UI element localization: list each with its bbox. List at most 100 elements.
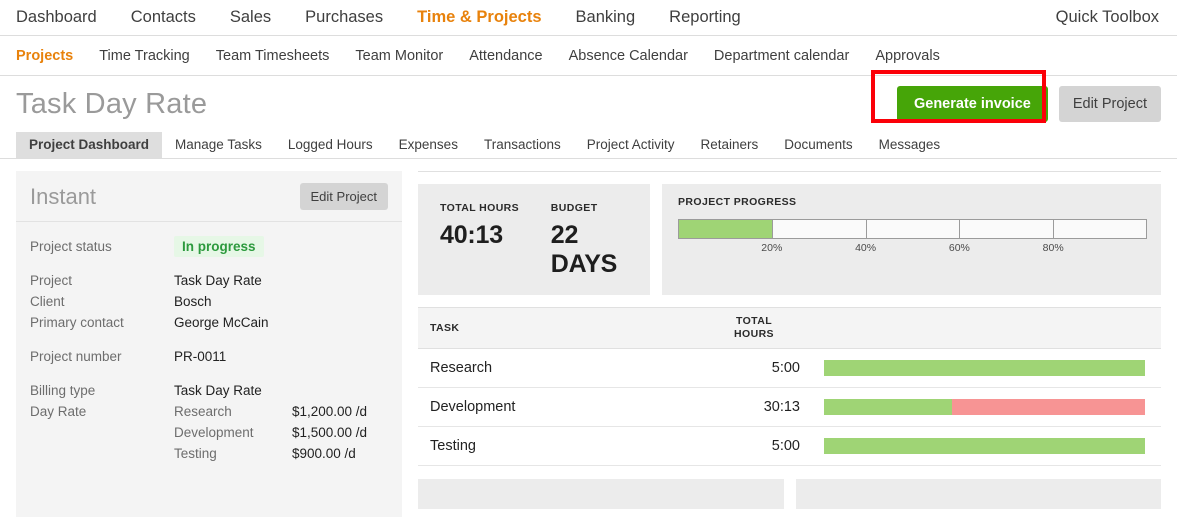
table-body: Research 5:00 Development 30:13 Testing 5:00	[418, 349, 1161, 466]
project-progress-card: PROJECT PROGRESS 20% 40% 60% 80%	[662, 184, 1161, 295]
table-row[interactable]: Development 30:13	[418, 388, 1161, 427]
tab-transactions[interactable]: Transactions	[471, 132, 574, 158]
day-rate-amount: $1,500.00 /d	[292, 425, 368, 440]
day-rate-amount: $1,200.00 /d	[292, 404, 368, 419]
task-bar	[800, 399, 1161, 415]
subnav-item-attendance[interactable]: Attendance	[469, 48, 542, 64]
topnav-item-reporting[interactable]: Reporting	[669, 8, 741, 27]
subnav-item-approvals[interactable]: Approvals	[875, 48, 939, 64]
progress-segment	[772, 220, 865, 238]
client-value: Bosch	[174, 294, 212, 309]
project-progress-title: PROJECT PROGRESS	[678, 196, 797, 208]
summary-row: TOTAL HOURS 40:13 BUDGET 22 DAYS PROJECT…	[418, 184, 1161, 295]
topnav-item-time-projects[interactable]: Time & Projects	[417, 8, 541, 27]
column-header-total-hours: TOTAL HOURS	[708, 315, 800, 341]
progress-tick-label: 80%	[1042, 242, 1064, 254]
stats-card: TOTAL HOURS 40:13 BUDGET 22 DAYS	[418, 184, 650, 295]
info-panel-header: Instant Edit Project	[16, 171, 402, 222]
quick-toolbox-link[interactable]: Quick Toolbox	[1056, 8, 1159, 27]
subnav-item-projects[interactable]: Projects	[16, 48, 73, 64]
billing-group: Billing type Task Day Rate Day Rate Rese…	[30, 380, 388, 464]
project-progress-bar	[678, 219, 1147, 239]
topnav-item-sales[interactable]: Sales	[230, 8, 271, 27]
task-name-cell: Development	[430, 399, 516, 415]
project-info-panel: Instant Edit Project Project status In p…	[16, 171, 402, 517]
info-panel-title: Instant	[30, 183, 97, 209]
progress-segment	[1052, 220, 1146, 238]
project-status-group: Project status In progress	[30, 236, 388, 257]
project-details-group: Project Task Day Rate Client Bosch Prima…	[30, 270, 388, 333]
task-bar	[800, 438, 1161, 454]
budget-label: BUDGET	[550, 202, 598, 214]
primary-contact-label: Primary contact	[30, 315, 124, 330]
task-bar-over-budget	[952, 399, 1145, 415]
column-header-total-hours-line2: HOURS	[734, 328, 774, 340]
tab-retainers[interactable]: Retainers	[688, 132, 772, 158]
billing-type-value: Task Day Rate	[174, 383, 262, 398]
project-number-group: Project number PR-0011	[30, 346, 388, 367]
task-hours-cell: 5:00	[771, 438, 800, 454]
tab-project-activity[interactable]: Project Activity	[574, 132, 688, 158]
task-bar-within-budget	[824, 438, 1145, 454]
topnav-item-purchases[interactable]: Purchases	[305, 8, 383, 27]
project-status-label: Project status	[30, 239, 112, 254]
client-label: Client	[30, 294, 65, 309]
progress-fill	[679, 220, 773, 238]
table-header-row: TASK TOTAL HOURS	[418, 307, 1161, 349]
table-row[interactable]: Research 5:00	[418, 349, 1161, 388]
day-rate-task-name: Testing	[174, 446, 217, 461]
page-actions: Generate invoice Edit Project	[870, 70, 1161, 123]
task-hours-cell: 5:00	[771, 360, 800, 376]
budget-value: 22 DAYS	[550, 221, 618, 278]
page-header: Task Day Rate Generate invoice Edit Proj…	[0, 70, 1177, 132]
day-rate-spacer	[30, 422, 174, 443]
edit-project-button-header[interactable]: Edit Project	[1058, 86, 1161, 122]
subnav-item-time-tracking[interactable]: Time Tracking	[99, 48, 190, 64]
secondary-navigation: Projects Time Tracking Team Timesheets Team…	[0, 36, 1177, 76]
task-bar-within-budget	[824, 399, 953, 415]
progress-segment	[865, 220, 959, 238]
day-rate-task-name: Development	[174, 425, 254, 440]
status-badge-cell: In progress	[174, 236, 388, 257]
column-header-task: TASK	[430, 322, 460, 334]
info-panel-body: Project status In progress Project Task …	[16, 222, 402, 464]
subnav-item-absence-calendar[interactable]: Absence Calendar	[569, 48, 688, 64]
subnav-item-team-monitor[interactable]: Team Monitor	[355, 48, 443, 64]
status-badge: In progress	[174, 236, 264, 257]
subnav-item-team-timesheets[interactable]: Team Timesheets	[216, 48, 330, 64]
primary-navigation: Dashboard Contacts Sales Purchases Time & Pr…	[0, 0, 1177, 36]
page-title: Task Day Rate	[16, 87, 208, 120]
tab-project-dashboard[interactable]: Project Dashboard	[16, 132, 163, 158]
project-label: Project	[30, 273, 73, 288]
progress-tick-label: 60%	[948, 242, 970, 254]
task-bar-within-budget	[824, 360, 1145, 376]
progress-tick-label: 40%	[855, 242, 877, 254]
topnav-item-banking[interactable]: Banking	[576, 8, 636, 27]
task-name-cell: Testing	[430, 438, 476, 454]
task-name-cell: Research	[430, 360, 493, 376]
billing-type-label: Billing type	[30, 383, 96, 398]
bottom-card-left	[418, 479, 784, 509]
bottom-cards-row	[418, 479, 1161, 509]
primary-contact-value: George McCain	[174, 315, 269, 330]
generate-invoice-button[interactable]: Generate invoice	[896, 86, 1048, 122]
project-tabs: Project Dashboard Manage Tasks Logged Hour…	[0, 132, 1177, 159]
total-hours-label: TOTAL HOURS	[440, 202, 520, 214]
project-value: Task Day Rate	[174, 273, 262, 288]
topnav-item-contacts[interactable]: Contacts	[131, 8, 196, 27]
tab-messages[interactable]: Messages	[866, 132, 954, 158]
total-hours-stat: TOTAL HOURS 40:13	[418, 202, 529, 279]
tab-logged-hours[interactable]: Logged Hours	[275, 132, 386, 158]
divider	[418, 171, 1161, 172]
subnav-item-department-calendar[interactable]: Department calendar	[714, 48, 849, 64]
tab-expenses[interactable]: Expenses	[386, 132, 471, 158]
topnav-item-dashboard[interactable]: Dashboard	[16, 8, 97, 27]
tab-manage-tasks[interactable]: Manage Tasks	[162, 132, 275, 158]
tab-documents[interactable]: Documents	[771, 132, 865, 158]
table-row[interactable]: Testing 5:00	[418, 427, 1161, 466]
edit-project-button-panel[interactable]: Edit Project	[299, 183, 388, 210]
task-hours-table: TASK TOTAL HOURS Research 5:00 Development…	[418, 307, 1161, 466]
